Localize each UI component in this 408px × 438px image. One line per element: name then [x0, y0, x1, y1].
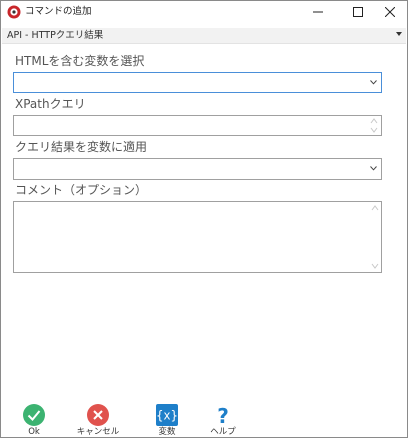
comment-label: コメント（オプション） — [15, 183, 148, 197]
variables-button[interactable]: {x} 変数 — [137, 401, 197, 437]
close-icon — [385, 7, 395, 17]
maximize-icon — [353, 7, 363, 17]
chevron-down-icon — [370, 166, 377, 171]
chevron-down-icon — [370, 79, 377, 85]
close-icon — [87, 404, 109, 426]
close-window-button[interactable] — [371, 1, 408, 23]
cancel-button[interactable]: キャンセル — [68, 401, 128, 437]
ok-button[interactable]: Ok — [4, 401, 64, 437]
help-button[interactable]: ? ヘルプ — [193, 401, 253, 437]
scroll-down-icon[interactable] — [370, 126, 378, 134]
window-title: コマンドの追加 — [25, 6, 92, 17]
braces-x-icon: {x} — [156, 404, 178, 426]
apply-result-select[interactable] — [13, 158, 382, 180]
add-command-window: コマンドの追加 API - HTTPクエリ結果 HTMLを含む変数を選択 XPa… — [0, 0, 408, 438]
comment-scrollbar[interactable] — [369, 202, 381, 272]
question-icon: ? — [217, 404, 229, 427]
title-bar: コマンドの追加 — [1, 1, 407, 23]
svg-text:?: ? — [217, 404, 229, 427]
html-variable-select[interactable] — [13, 72, 382, 93]
html-variable-label: HTMLを含む変数を選択 — [15, 54, 145, 68]
comment-textarea[interactable] — [13, 201, 382, 273]
cancel-button-label: キャンセル — [76, 427, 120, 437]
xpath-query-input[interactable] — [13, 115, 382, 136]
command-category-value: API - HTTPクエリ結果 — [7, 30, 104, 41]
minimize-icon — [313, 11, 323, 13]
variables-button-label: 変数 — [158, 427, 176, 437]
app-logo-icon — [7, 5, 21, 19]
help-button-label: ヘルプ — [210, 427, 236, 437]
svg-text:{x}: {x} — [156, 409, 178, 423]
caret-down-icon — [396, 32, 402, 36]
apply-result-label: クエリ結果を変数に適用 — [15, 140, 148, 154]
minimize-button[interactable] — [299, 1, 337, 23]
command-category-dropdown[interactable]: API - HTTPクエリ結果 — [2, 28, 406, 44]
scroll-down-icon[interactable] — [371, 263, 379, 269]
scroll-up-icon[interactable] — [371, 205, 379, 211]
scroll-up-icon[interactable] — [370, 117, 378, 125]
xpath-query-label: XPathクエリ — [15, 97, 86, 111]
ok-button-label: Ok — [28, 427, 40, 437]
check-icon — [23, 404, 45, 426]
